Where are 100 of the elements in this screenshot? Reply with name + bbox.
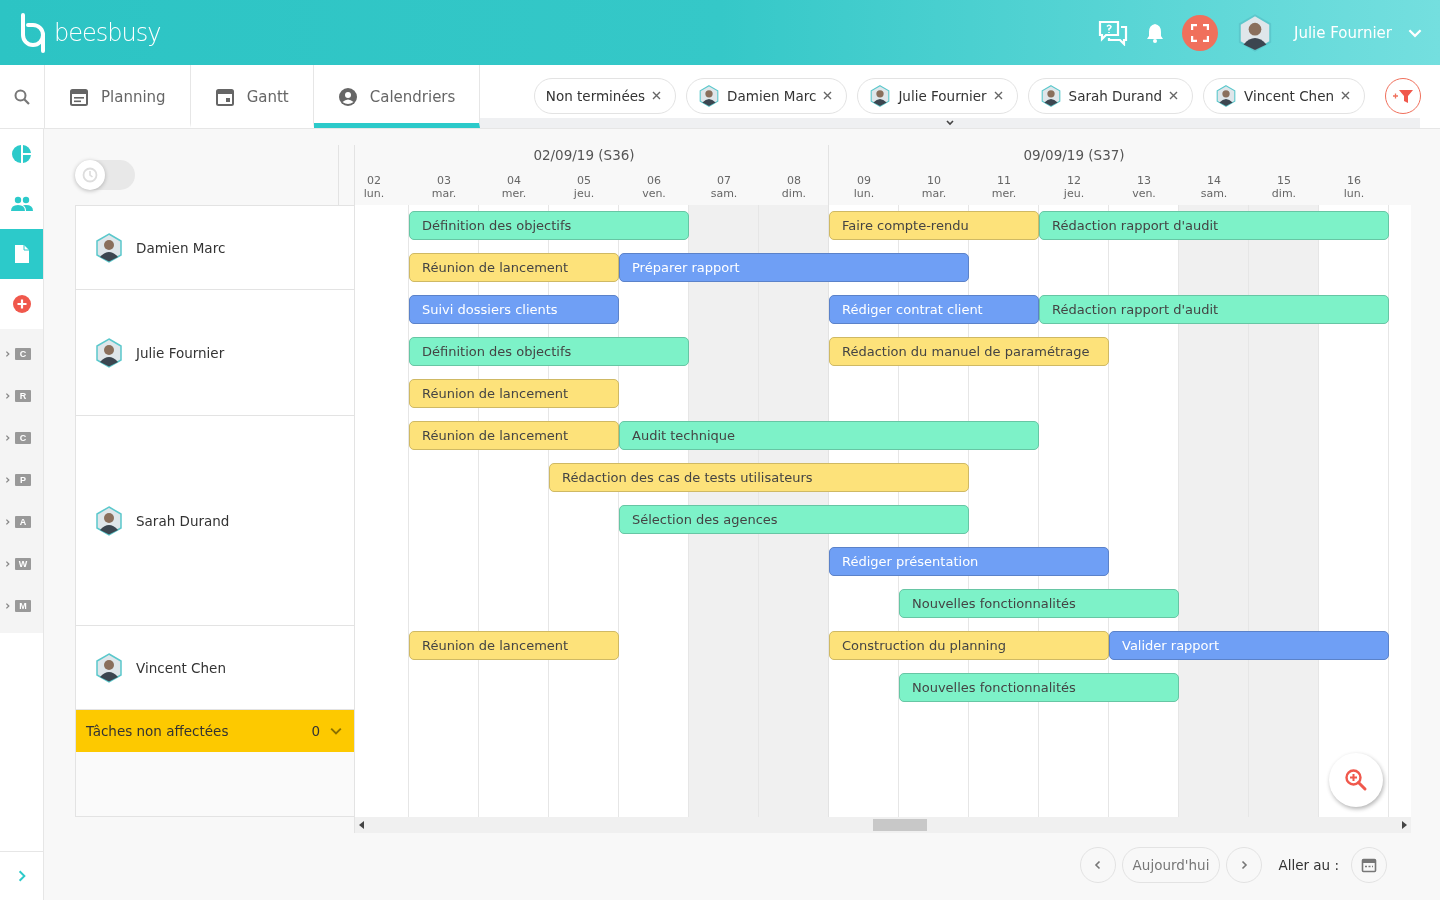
task-bar[interactable]: Rédaction rapport d'audit bbox=[1039, 295, 1389, 324]
weekday-label: mar. bbox=[920, 187, 948, 200]
go-to-label: Aller au : bbox=[1278, 857, 1339, 873]
chevron-right-icon bbox=[4, 602, 12, 610]
weekday-label: mar. bbox=[430, 187, 458, 200]
task-bar[interactable]: Sélection des agences bbox=[619, 505, 969, 534]
weekday-label: dim. bbox=[780, 187, 808, 200]
task-bar[interactable]: Rédaction du manuel de paramétrage bbox=[829, 337, 1109, 366]
search-icon[interactable] bbox=[14, 88, 30, 105]
date-picker-button[interactable] bbox=[1351, 847, 1387, 883]
weekday-label: dim. bbox=[1270, 187, 1298, 200]
day-number: 02 bbox=[366, 174, 382, 187]
task-bar[interactable]: Construction du planning bbox=[829, 631, 1109, 660]
avatar-icon bbox=[94, 232, 124, 263]
avatar-icon bbox=[869, 84, 892, 107]
bell-icon[interactable] bbox=[1146, 22, 1164, 43]
chevron-right-icon bbox=[4, 560, 12, 568]
sidebar-item[interactable] bbox=[0, 229, 43, 279]
avatar-icon bbox=[94, 337, 124, 368]
filter-chip[interactable]: Sarah Durand bbox=[1027, 77, 1194, 114]
user-avatar bbox=[1236, 13, 1274, 52]
add-icon bbox=[12, 295, 31, 313]
people-icon bbox=[10, 196, 33, 212]
chevron-down-icon bbox=[945, 118, 956, 128]
filter-chip[interactable]: Damien Marc bbox=[686, 77, 848, 114]
weekday-label: jeu. bbox=[1062, 187, 1086, 200]
weekday-label: ven. bbox=[1131, 187, 1157, 200]
chevron-left-icon bbox=[1092, 860, 1103, 870]
toggle-switch[interactable] bbox=[75, 160, 135, 190]
avatar-icon bbox=[1039, 84, 1062, 107]
task-bar[interactable]: Réunion de lancement bbox=[409, 379, 619, 408]
filter-chip[interactable]: Vincent Chen bbox=[1203, 77, 1365, 114]
weekday-label: lun. bbox=[362, 187, 386, 200]
filter-chip[interactable]: Julie Fournier bbox=[857, 77, 1018, 114]
add-filter-icon bbox=[1392, 87, 1414, 104]
task-bar[interactable]: Réunion de lancement bbox=[409, 631, 619, 660]
resource-name: Damien Marc bbox=[136, 239, 226, 256]
task-bar[interactable]: Réunion de lancement bbox=[409, 253, 619, 282]
scroll-left-icon[interactable] bbox=[359, 821, 365, 829]
calendar-icon bbox=[1361, 857, 1377, 873]
avatar-icon bbox=[94, 505, 124, 536]
close-icon[interactable] bbox=[823, 91, 833, 100]
task-bar[interactable]: Réunion de lancement bbox=[409, 421, 619, 450]
task-bar[interactable]: Nouvelles fonctionnalités bbox=[899, 673, 1179, 702]
logo-icon bbox=[20, 12, 48, 53]
fullscreen-icon bbox=[1191, 23, 1209, 42]
pie-chart-icon bbox=[11, 144, 32, 164]
week-label: 09/09/19 (S37) bbox=[1022, 146, 1126, 165]
task-bar[interactable]: Faire compte-rendu bbox=[829, 211, 1039, 240]
task-bar[interactable]: Audit technique bbox=[619, 421, 1039, 450]
brand-name: beesbusy bbox=[54, 18, 161, 47]
chevron-right-icon bbox=[1239, 860, 1250, 870]
day-number: 14 bbox=[1206, 174, 1222, 187]
day-number: 07 bbox=[716, 174, 732, 187]
unassigned-count: 0 bbox=[311, 723, 320, 739]
scrollbar-thumb[interactable] bbox=[873, 819, 927, 831]
task-bar[interactable]: Définition des objectifs bbox=[409, 211, 689, 240]
close-icon[interactable] bbox=[1341, 91, 1350, 100]
fullscreen-button[interactable] bbox=[1182, 14, 1218, 51]
unassigned-label: Tâches non affectées bbox=[86, 723, 230, 739]
day-number: 15 bbox=[1276, 174, 1292, 187]
day-number: 08 bbox=[786, 174, 802, 187]
close-icon[interactable] bbox=[1169, 91, 1179, 100]
resource-name: Julie Fournier bbox=[136, 344, 225, 361]
day-number: 12 bbox=[1066, 174, 1082, 187]
task-bar[interactable]: Définition des objectifs bbox=[409, 337, 689, 366]
avatar-icon bbox=[1215, 84, 1238, 107]
clock-icon bbox=[82, 167, 98, 183]
day-number: 05 bbox=[576, 174, 592, 187]
avatar-icon bbox=[94, 652, 124, 683]
chevron-right-icon bbox=[4, 392, 12, 400]
horizontal-scrollbar[interactable] bbox=[355, 817, 1411, 833]
zoom-in-button[interactable] bbox=[1329, 753, 1383, 807]
add-filter-button[interactable] bbox=[1385, 77, 1421, 114]
close-icon[interactable] bbox=[652, 91, 662, 100]
day-number: 10 bbox=[926, 174, 942, 187]
user-circle-icon bbox=[337, 86, 358, 107]
filter-chip[interactable]: Non terminées bbox=[533, 77, 677, 114]
help-chat-icon[interactable] bbox=[1098, 19, 1128, 46]
day-number: 09 bbox=[856, 174, 872, 187]
task-bar[interactable]: Rédaction rapport d'audit bbox=[1039, 211, 1389, 240]
day-number: 04 bbox=[506, 174, 522, 187]
zoom-in-icon bbox=[1344, 768, 1368, 792]
weekday-label: sam. bbox=[709, 187, 739, 200]
avatar-icon bbox=[698, 84, 721, 107]
nav-tab[interactable]: Calendriers bbox=[313, 65, 481, 128]
day-number: 16 bbox=[1346, 174, 1362, 187]
document-icon bbox=[14, 245, 29, 263]
today-button[interactable]: Aujourd'hui bbox=[1121, 847, 1221, 883]
chevron-right-icon bbox=[4, 518, 12, 526]
scroll-right-icon[interactable] bbox=[1401, 821, 1407, 829]
task-bar[interactable]: Nouvelles fonctionnalités bbox=[899, 589, 1179, 618]
unassigned-tasks-bar[interactable]: Tâches non affectées 0 bbox=[76, 710, 354, 752]
task-bar[interactable]: Rédaction des cas de tests utilisateurs bbox=[549, 463, 969, 492]
weekday-label: jeu. bbox=[572, 187, 596, 200]
day-number: 03 bbox=[436, 174, 452, 187]
day-number: 06 bbox=[646, 174, 662, 187]
day-number: 11 bbox=[996, 174, 1012, 187]
calendar-icon bbox=[69, 86, 89, 107]
close-icon[interactable] bbox=[993, 91, 1003, 100]
